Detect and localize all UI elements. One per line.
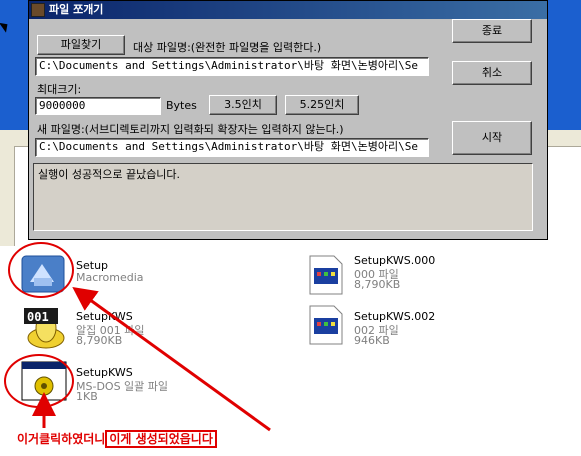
- annotation-text-part1: 이거클릭하였더니: [17, 432, 106, 446]
- annotation-arrows: [32, 286, 271, 432]
- annotation-text: 이거클릭하였더니 이게 생성되었읍니다: [17, 430, 217, 448]
- annotation-text-part2: 이게 생성되었읍니다: [105, 430, 217, 448]
- annotation-arrow: [72, 286, 271, 432]
